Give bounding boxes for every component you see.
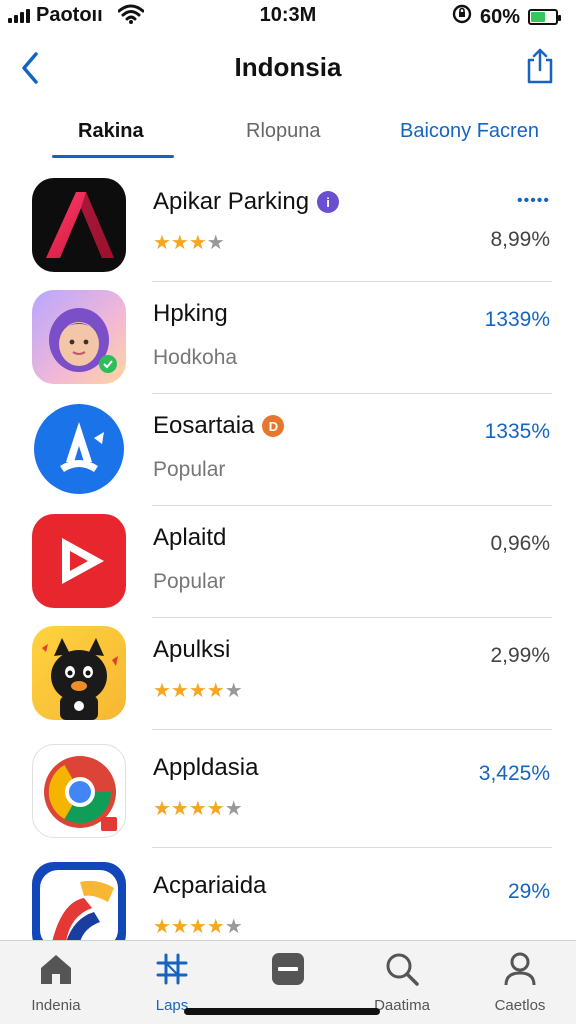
segmented-tabs: Rakina Rlopuna Baicony Facren: [0, 112, 576, 160]
app-percent: 29%: [507, 880, 550, 903]
app-name: Eosartaia D: [153, 412, 285, 440]
home-icon: [41, 955, 71, 984]
app-subtitle: Hodkoha: [153, 346, 238, 369]
app-icon-aplaitd: [32, 514, 126, 608]
tabbar-label: Indenia: [31, 997, 81, 1014]
app-name: Appldasia: [153, 754, 259, 781]
verified-badge-icon: D: [262, 415, 285, 437]
app-percent: 8,99%: [490, 228, 550, 251]
divider: [152, 729, 552, 730]
app-subtitle: Popular: [153, 570, 226, 593]
app-icon-apikar-parking: [32, 178, 126, 272]
app-name: Aplaitd: [153, 524, 227, 551]
tabbar-item-home[interactable]: Indenia: [6, 949, 106, 1024]
rating-stars: ★★★★★: [153, 680, 243, 702]
battery-icon: [528, 9, 561, 25]
page-title: Indonsia: [234, 52, 342, 82]
list-item[interactable]: Apikar Parking i ★★★★ ••••• 8,99%: [0, 170, 576, 282]
list-item[interactable]: Eosartaia D Popular 1335%: [0, 394, 576, 506]
app-icon-hpking: [32, 290, 126, 384]
search-icon: [386, 953, 419, 986]
share-icon: [527, 48, 553, 84]
tab-rakina[interactable]: Rakina: [78, 120, 144, 143]
app-icon-apulksi: [32, 626, 126, 720]
tabbar-item-profile[interactable]: Caetlos: [470, 949, 570, 1024]
app-percent: 1335%: [484, 420, 550, 443]
active-tab-indicator: [52, 155, 174, 158]
app-subtitle: Popular: [153, 458, 226, 481]
battery-percent: 60%: [479, 5, 520, 28]
app-name-text: Apikar Parking: [153, 188, 310, 215]
list-item[interactable]: Hpking Hodkoha 1339%: [0, 282, 576, 394]
app-name: Acpariaida: [153, 872, 267, 899]
app-name: Hpking: [153, 300, 228, 327]
tabbar-label: Caetlos: [494, 997, 546, 1014]
rotation-lock-icon: [452, 4, 472, 30]
battery-level: [531, 12, 546, 22]
app-icon-eosartaia: [32, 402, 126, 496]
app-name: Apikar Parking i: [153, 188, 340, 216]
info-badge-icon: i: [317, 191, 340, 213]
app-percent: 1339%: [484, 308, 550, 331]
list-item[interactable]: Aplaitd Popular 0,96%: [0, 506, 576, 618]
rating-dots: •••••: [516, 192, 550, 209]
app-name-text: Eosartaia: [153, 412, 255, 439]
divider: [152, 847, 552, 848]
tab-baicony-facren[interactable]: Baicony Facren: [400, 120, 539, 143]
apps-icon: [156, 953, 188, 985]
app-percent: 0,96%: [490, 532, 550, 555]
app-percent: 3,425%: [478, 762, 550, 785]
tab-rlopuna[interactable]: Rlopuna: [246, 120, 321, 143]
app-icon-appldasia: [32, 744, 126, 838]
share-button[interactable]: [520, 44, 560, 88]
app-name: Apulksi: [153, 636, 231, 663]
rating-stars: ★★★★: [153, 232, 225, 254]
minus-square-icon: [272, 953, 304, 985]
home-indicator[interactable]: [184, 1008, 380, 1015]
header: Indonsia: [0, 36, 576, 100]
list-item[interactable]: Apulksi ★★★★★ 2,99%: [0, 618, 576, 730]
status-right: 60%: [452, 4, 561, 30]
rating-stars: ★★★★★: [153, 798, 243, 820]
status-bar: Paotoıı 10:3M 60%: [0, 0, 576, 30]
rating-stars: ★★★★★: [153, 916, 243, 938]
app-percent: 2,99%: [490, 644, 550, 667]
person-icon: [504, 952, 536, 986]
list-item[interactable]: Appldasia ★★★★★ 3,425%: [0, 736, 576, 848]
